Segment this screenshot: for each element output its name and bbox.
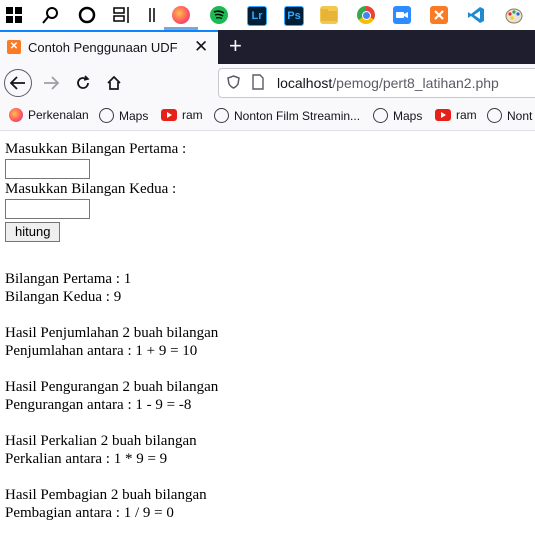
file-explorer-icon[interactable]	[320, 6, 338, 24]
photoshop-icon[interactable]: Ps	[284, 6, 304, 26]
page-info-icon[interactable]	[251, 74, 265, 93]
spotify-icon[interactable]	[210, 6, 228, 24]
subtraction-result: Pengurangan antara : 1 - 9 = -8	[5, 397, 192, 413]
bookmark-maps[interactable]: Maps	[99, 108, 148, 123]
url-bar[interactable]: localhost/pemog/pert8_latihan2.php	[218, 68, 535, 98]
task-view-icon[interactable]	[113, 6, 131, 24]
tab-title: Contoh Penggunaan UDF	[28, 40, 178, 55]
division-heading: Hasil Pembagian 2 buah bilangan	[5, 487, 207, 503]
label-first-number: Masukkan Bilangan Pertama :	[5, 141, 187, 157]
bookmark-nont[interactable]: Nont	[487, 108, 532, 123]
vscode-icon[interactable]	[467, 6, 485, 24]
second-number-input[interactable]	[5, 199, 90, 219]
label-second-number: Masukkan Bilangan Kedua :	[5, 181, 177, 197]
windows-start-icon[interactable]	[5, 6, 23, 24]
bookmark-label: ram	[182, 108, 203, 122]
multiplication-result: Perkalian antara : 1 * 9 = 9	[5, 451, 168, 467]
lightroom-label: Lr	[251, 10, 263, 22]
taskbar-divider-icon	[143, 6, 161, 24]
tab-strip: ✕ Contoh Penggunaan UDF ✕ +	[0, 30, 535, 64]
forward-button[interactable]	[36, 68, 66, 98]
windows-taskbar: Lr Ps	[0, 0, 535, 30]
xampp-favicon-icon: ✕	[7, 40, 21, 54]
page-content: Masukkan Bilangan Pertama : Masukkan Bil…	[5, 140, 218, 522]
paint-icon[interactable]	[505, 6, 523, 24]
bookmark-label: Maps	[393, 108, 423, 123]
globe-icon	[214, 108, 229, 123]
youtube-icon	[435, 109, 451, 121]
bookmark-ram[interactable]: ram	[161, 108, 203, 122]
hitung-button[interactable]: hitung	[5, 222, 61, 242]
cortana-icon[interactable]	[78, 6, 96, 24]
addition-result: Penjumlahan antara : 1 + 9 = 10	[5, 343, 198, 359]
home-button[interactable]	[99, 68, 129, 98]
firefox-taskbar-icon[interactable]	[172, 6, 190, 24]
bookmark-nonton-film[interactable]: Nonton Film Streamin...	[214, 108, 360, 123]
xampp-icon[interactable]	[430, 6, 448, 24]
navigation-bar: localhost/pemog/pert8_latihan2.php	[0, 64, 535, 102]
globe-icon	[487, 108, 502, 123]
zoom-icon[interactable]	[393, 6, 411, 24]
subtraction-heading: Hasil Pengurangan 2 buah bilangan	[5, 379, 219, 395]
globe-icon	[373, 108, 388, 123]
globe-icon	[99, 108, 114, 123]
reload-button[interactable]	[68, 68, 98, 98]
search-icon[interactable]	[42, 6, 60, 24]
division-result: Pembagian antara : 1 / 9 = 0	[5, 505, 174, 521]
addition-heading: Hasil Penjumlahan 2 buah bilangan	[5, 325, 219, 341]
new-tab-button[interactable]: +	[229, 33, 242, 59]
bookmark-label: ram	[456, 108, 477, 122]
bookmark-ram-2[interactable]: ram	[435, 108, 477, 122]
firefox-icon	[9, 108, 23, 122]
bookmark-perkenalan[interactable]: Perkenalan	[9, 108, 89, 122]
bookmark-label: Perkenalan	[28, 108, 89, 122]
tab-contoh-penggunaan-udf[interactable]: ✕ Contoh Penggunaan UDF ✕	[0, 30, 218, 64]
close-tab-icon[interactable]: ✕	[194, 37, 208, 57]
photoshop-label: Ps	[287, 10, 301, 22]
bookmark-label: Nonton Film Streamin...	[234, 108, 361, 123]
bookmark-label: Maps	[119, 108, 149, 123]
result-second-number: Bilangan Kedua : 9	[5, 289, 122, 305]
chrome-icon[interactable]	[357, 6, 375, 24]
url-path: /pemog/pert8_latihan2.php	[332, 75, 499, 91]
url-host: localhost	[277, 75, 333, 91]
lightroom-icon[interactable]: Lr	[247, 6, 267, 26]
bookmark-label: Nont	[507, 108, 533, 123]
back-button[interactable]	[4, 69, 32, 97]
tracking-protection-shield-icon[interactable]	[227, 75, 240, 92]
first-number-input[interactable]	[5, 159, 90, 179]
multiplication-heading: Hasil Perkalian 2 buah bilangan	[5, 433, 197, 449]
url-text: localhost/pemog/pert8_latihan2.php	[277, 75, 499, 91]
bookmarks-toolbar: Perkenalan Maps ram Nonton Film Streamin…	[0, 102, 535, 131]
youtube-icon	[161, 109, 177, 121]
bookmark-maps-2[interactable]: Maps	[373, 108, 422, 123]
result-first-number: Bilangan Pertama : 1	[5, 271, 132, 287]
